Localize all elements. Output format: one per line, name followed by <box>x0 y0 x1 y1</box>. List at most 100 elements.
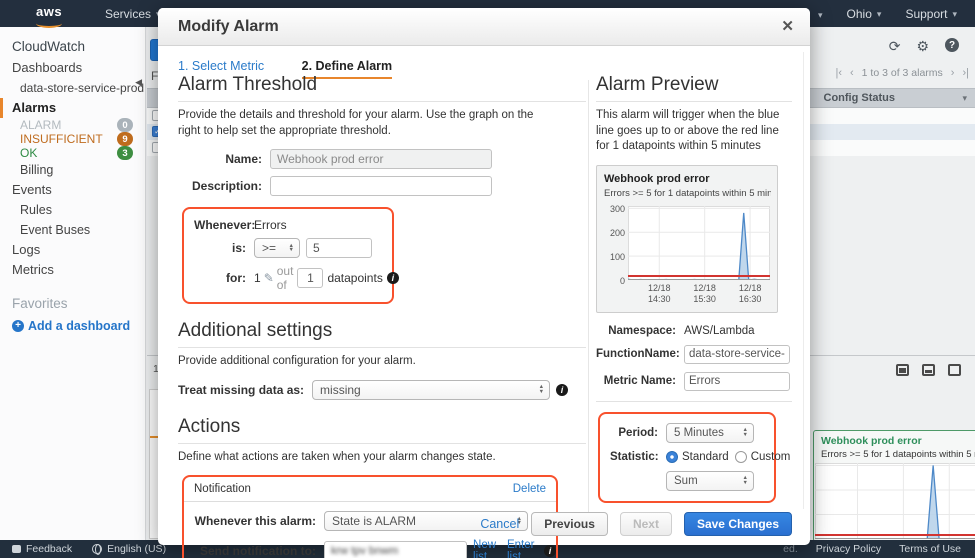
graph-layout-toggles <box>896 364 961 376</box>
new-list-link[interactable]: New list <box>473 539 501 558</box>
nav-support-label: Support <box>905 7 947 21</box>
treat-missing-select[interactable]: missing ▲▼ <box>312 380 550 400</box>
sidebar-item-insufficient-state[interactable]: INSUFFICIENT 9 <box>0 132 145 146</box>
aws-logo[interactable]: aws <box>36 4 62 28</box>
wizard-steps: 1. Select Metric 2. Define Alarm <box>158 46 810 73</box>
pagination-first-icon[interactable]: |‹ <box>835 67 842 79</box>
select-arrows-icon: ▲▼ <box>539 385 544 394</box>
datapoints-label: datapoints <box>327 271 382 285</box>
pagination-next-icon[interactable]: › <box>951 67 955 79</box>
previous-button[interactable]: Previous <box>531 512 608 536</box>
namespace-value: AWS/Lambda <box>684 325 755 337</box>
save-changes-button[interactable]: Save Changes <box>684 512 792 536</box>
description-label: Description: <box>178 179 270 193</box>
insufficient-state-label: INSUFFICIENT <box>20 132 103 146</box>
sidebar-item-rules[interactable]: Rules <box>0 200 145 220</box>
treat-missing-value: missing <box>320 383 361 397</box>
enter-list-link[interactable]: Enter list <box>507 539 538 558</box>
function-name-label: FunctionName: <box>596 348 684 360</box>
for-label: for: <box>194 271 254 285</box>
account-menu-caret-icon[interactable]: ▾ <box>818 10 823 21</box>
layout-bottom-bar-icon[interactable] <box>922 364 935 376</box>
sidebar-item-alarm-state[interactable]: ALARM 0 <box>0 118 145 132</box>
standard-radio[interactable] <box>666 451 678 463</box>
nav-region-menu[interactable]: Ohio ▾ <box>847 7 882 21</box>
graph-card-subtitle: Errors >= 5 for 1 datapoints within 5 mi… <box>821 449 975 460</box>
info-icon[interactable]: i <box>387 272 399 284</box>
function-name-input[interactable] <box>684 345 790 364</box>
consecutive-value: 1 <box>254 271 261 285</box>
namespace-label: Namespace: <box>596 325 684 337</box>
globe-icon <box>92 544 102 554</box>
alarm-name-input[interactable] <box>270 149 492 169</box>
alarm-description-input[interactable] <box>270 176 492 196</box>
help-icon[interactable]: ? <box>945 38 959 52</box>
chevron-down-icon: ▾ <box>962 93 967 104</box>
sidebar-app-title[interactable]: CloudWatch <box>0 37 145 58</box>
modify-alarm-modal: Modify Alarm ✕ 1. Select Metric 2. Defin… <box>158 8 810 545</box>
select-arrows-icon: ▲▼ <box>743 476 748 485</box>
whenever-this-alarm-label: Whenever this alarm: <box>184 514 324 528</box>
layout-full-icon[interactable] <box>948 364 961 376</box>
sidebar-item-billing[interactable]: Billing <box>0 160 145 180</box>
modal-scrollbar[interactable] <box>803 52 804 509</box>
terms-of-use-link[interactable]: Terms of Use <box>899 543 961 555</box>
alarm-graph-card[interactable]: Webhook prod error Errors >= 5 for 1 dat… <box>813 430 975 542</box>
refresh-icon[interactable]: ⟳ <box>889 38 901 55</box>
nav-services-menu[interactable]: Services ▾ <box>105 7 161 21</box>
sidebar-item-logs[interactable]: Logs <box>0 240 145 260</box>
sidebar-item-events[interactable]: Events <box>0 180 145 200</box>
select-arrows-icon: ▲▼ <box>289 244 294 253</box>
actions-heading: Actions <box>178 416 586 444</box>
cloudwatch-modify-alarm-screen: aws Services ▾ ▾ Ohio ▾ Support ▾ CloudW… <box>0 0 975 558</box>
sidebar-item-alarms[interactable]: Alarms <box>0 98 145 118</box>
period-statistic-group: Period: 5 Minutes ▲▼ Statistic: Standard… <box>598 412 776 503</box>
statistic-select[interactable]: Sum ▲▼ <box>666 471 754 491</box>
period-label: Period: <box>610 427 666 439</box>
operator-value: >= <box>262 241 276 255</box>
nav-support-menu[interactable]: Support ▾ <box>905 7 957 21</box>
next-button[interactable]: Next <box>620 512 672 536</box>
period-select[interactable]: 5 Minutes ▲▼ <box>666 423 754 443</box>
close-icon[interactable]: ✕ <box>781 17 794 35</box>
info-icon[interactable]: i <box>544 545 556 557</box>
privacy-policy-link[interactable]: Privacy Policy <box>816 543 881 555</box>
out-of-label: out of <box>277 264 294 292</box>
layout-split-bottom-icon[interactable] <box>896 364 909 376</box>
step-select-metric[interactable]: 1. Select Metric <box>178 59 264 73</box>
feedback-link[interactable]: Feedback <box>12 543 72 555</box>
additional-settings-description: Provide additional configuration for you… <box>178 354 586 370</box>
m-of-n-input[interactable] <box>297 268 323 288</box>
is-label: is: <box>194 241 254 255</box>
operator-select[interactable]: >= ▲▼ <box>254 238 300 258</box>
sidebar-item-event-buses[interactable]: Event Buses <box>0 220 145 240</box>
preview-chart-title: Webhook prod error <box>604 173 771 185</box>
sidebar-item-dashboard-name[interactable]: data-store-service-prod <box>0 78 145 98</box>
custom-radio[interactable] <box>735 451 747 463</box>
alarm-preview-heading: Alarm Preview <box>596 74 792 102</box>
actions-description: Define what actions are taken when your … <box>178 450 586 466</box>
metric-name-input[interactable] <box>684 372 790 391</box>
config-status-column-header[interactable]: Config Status <box>824 92 896 104</box>
sidebar-item-metrics[interactable]: Metrics <box>0 260 145 280</box>
modal-header: Modify Alarm ✕ <box>158 8 810 46</box>
sidebar-collapse-icon[interactable]: ◀ <box>135 77 142 88</box>
info-icon[interactable]: i <box>556 384 568 396</box>
feedback-label: Feedback <box>26 543 72 555</box>
pagination-prev-icon[interactable]: ‹ <box>850 67 854 79</box>
cancel-link[interactable]: Cancel <box>480 517 519 531</box>
sidebar-item-ok-state[interactable]: OK 3 <box>0 146 145 160</box>
sidebar-favorites-header: Favorites <box>0 296 145 311</box>
sidebar-add-dashboard-link[interactable]: + Add a dashboard <box>0 319 145 333</box>
feedback-bubble-icon <box>12 545 21 553</box>
threshold-value-input[interactable] <box>306 238 372 258</box>
notification-topic-input[interactable]: krw tpv bnwm <box>324 541 467 558</box>
send-notification-label: Send notification to: <box>184 544 324 558</box>
pencil-icon[interactable]: ✎ <box>264 271 274 285</box>
alarm-preview-card: Webhook prod error Errors >= 5 for 1 dat… <box>596 165 778 313</box>
sidebar-item-dashboards[interactable]: Dashboards <box>0 58 145 78</box>
pagination-last-icon[interactable]: ›| <box>962 67 969 79</box>
language-selector[interactable]: English (US) <box>92 543 166 555</box>
gear-icon[interactable]: ⚙ <box>916 38 929 55</box>
delete-notification-link[interactable]: Delete <box>513 483 546 495</box>
